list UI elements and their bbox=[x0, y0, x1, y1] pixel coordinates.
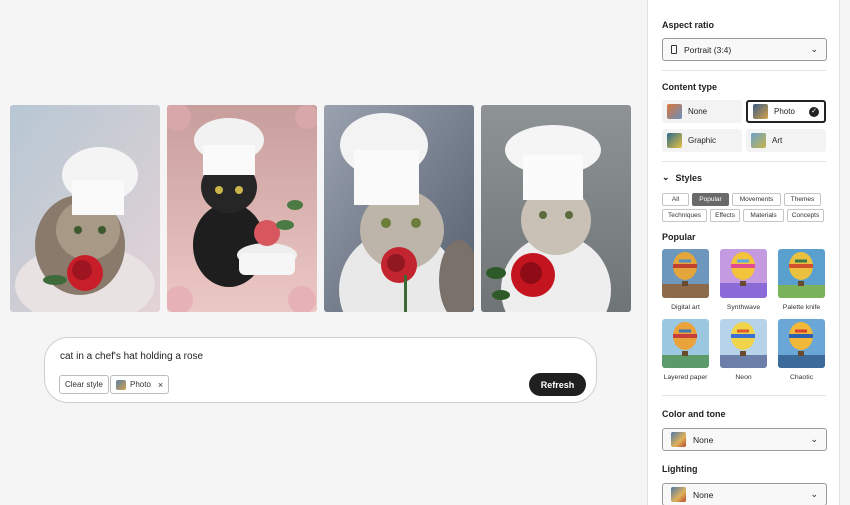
style-label: Chaotic bbox=[789, 374, 814, 381]
color-tone-title: Color and tone bbox=[662, 409, 726, 419]
balloon-thumb-image bbox=[662, 249, 709, 298]
content-type-art[interactable]: Art bbox=[746, 129, 826, 152]
popular-title: Popular bbox=[662, 232, 696, 242]
balloon-thumb-image bbox=[778, 249, 825, 298]
style-thumbnails: Digital art Synthwave Palette knife Laye… bbox=[662, 249, 825, 381]
content-type-photo[interactable]: Photo ✓ bbox=[746, 100, 826, 123]
generated-image-3[interactable] bbox=[324, 105, 474, 312]
chevron-down-icon: ⌄ bbox=[810, 434, 818, 444]
style-label: Neon bbox=[735, 374, 752, 381]
image-gallery bbox=[10, 105, 631, 312]
balloon-thumb-image bbox=[778, 319, 825, 368]
color-tone-value: None bbox=[693, 434, 714, 445]
aspect-ratio-dropdown[interactable]: Portrait (3:4) ⌄ bbox=[662, 38, 827, 61]
content-type-title: Content type bbox=[662, 82, 717, 92]
generated-image-1[interactable] bbox=[10, 105, 160, 312]
tag-themes[interactable]: Themes bbox=[784, 193, 821, 206]
graphic-swatch-icon bbox=[667, 133, 682, 148]
style-digital-art[interactable]: Digital art bbox=[662, 249, 709, 311]
content-type-label: None bbox=[688, 107, 708, 116]
chevron-down-icon: ⌄ bbox=[810, 44, 818, 54]
generated-image-2[interactable] bbox=[167, 105, 317, 312]
lighting-title: Lighting bbox=[662, 464, 698, 474]
tag-all[interactable]: All bbox=[662, 193, 689, 206]
balloon-thumb-image bbox=[720, 249, 767, 298]
content-type-grid: None Photo ✓ Graphic Art bbox=[662, 100, 826, 152]
chevron-down-icon: ⌄ bbox=[662, 172, 670, 182]
prompt-input[interactable]: cat in a chef's hat holding a rose bbox=[60, 351, 203, 362]
content-type-graphic[interactable]: Graphic bbox=[662, 129, 742, 152]
color-tone-dropdown[interactable]: None ⌄ bbox=[662, 428, 827, 451]
tag-movements[interactable]: Movements bbox=[732, 193, 781, 206]
content-type-none[interactable]: None bbox=[662, 100, 742, 123]
tag-popular[interactable]: Popular bbox=[692, 193, 729, 206]
styles-header[interactable]: ⌄ Styles bbox=[662, 172, 702, 183]
style-palette-knife[interactable]: Palette knife bbox=[778, 249, 825, 311]
settings-panel: Aspect ratio Portrait (3:4) ⌄ Content ty… bbox=[647, 0, 840, 505]
aspect-ratio-title: Aspect ratio bbox=[662, 20, 715, 30]
remove-chip-icon[interactable]: × bbox=[158, 380, 163, 390]
tag-materials[interactable]: Materials bbox=[743, 209, 784, 222]
style-chaotic[interactable]: Chaotic bbox=[778, 319, 825, 381]
color-swatch-icon bbox=[671, 432, 686, 447]
prompt-box: cat in a chef's hat holding a rose Clear… bbox=[44, 337, 597, 403]
chip-label: Photo bbox=[130, 380, 151, 389]
generated-image-4[interactable] bbox=[481, 105, 631, 312]
tag-techniques[interactable]: Techniques bbox=[662, 209, 707, 222]
lighting-value: None bbox=[693, 489, 714, 500]
none-swatch-icon bbox=[667, 104, 682, 119]
lighting-swatch-icon bbox=[671, 487, 686, 502]
photo-thumb-icon bbox=[116, 379, 126, 390]
style-label: Synthwave bbox=[726, 304, 761, 311]
styles-title: Styles bbox=[675, 172, 703, 183]
tag-effects[interactable]: Effects bbox=[710, 209, 740, 222]
divider bbox=[662, 161, 826, 162]
content-type-label: Graphic bbox=[688, 136, 717, 145]
style-layered-paper[interactable]: Layered paper bbox=[662, 319, 709, 381]
style-tags: All Popular Movements Themes Techniques … bbox=[662, 193, 828, 222]
photo-swatch-icon bbox=[753, 104, 768, 119]
content-type-label: Art bbox=[772, 136, 783, 145]
lighting-dropdown[interactable]: None ⌄ bbox=[662, 483, 827, 505]
divider bbox=[662, 395, 826, 396]
balloon-thumb-image bbox=[662, 319, 709, 368]
style-label: Palette knife bbox=[782, 304, 821, 311]
photo-style-chip[interactable]: Photo × bbox=[110, 375, 170, 394]
art-swatch-icon bbox=[751, 133, 766, 148]
portrait-icon bbox=[671, 45, 677, 54]
refresh-button[interactable]: Refresh bbox=[529, 373, 586, 396]
check-icon: ✓ bbox=[809, 106, 819, 117]
style-neon[interactable]: Neon bbox=[720, 319, 767, 381]
style-synthwave[interactable]: Synthwave bbox=[720, 249, 767, 311]
tag-concepts[interactable]: Concepts bbox=[787, 209, 824, 222]
balloon-thumb-image bbox=[720, 319, 767, 368]
aspect-ratio-value: Portrait (3:4) bbox=[684, 44, 732, 55]
content-type-label: Photo bbox=[774, 107, 795, 116]
style-label: Layered paper bbox=[663, 374, 708, 381]
style-label: Digital art bbox=[671, 304, 700, 311]
clear-style-button[interactable]: Clear style bbox=[59, 375, 109, 394]
divider bbox=[662, 70, 826, 71]
chevron-down-icon: ⌄ bbox=[810, 489, 818, 499]
